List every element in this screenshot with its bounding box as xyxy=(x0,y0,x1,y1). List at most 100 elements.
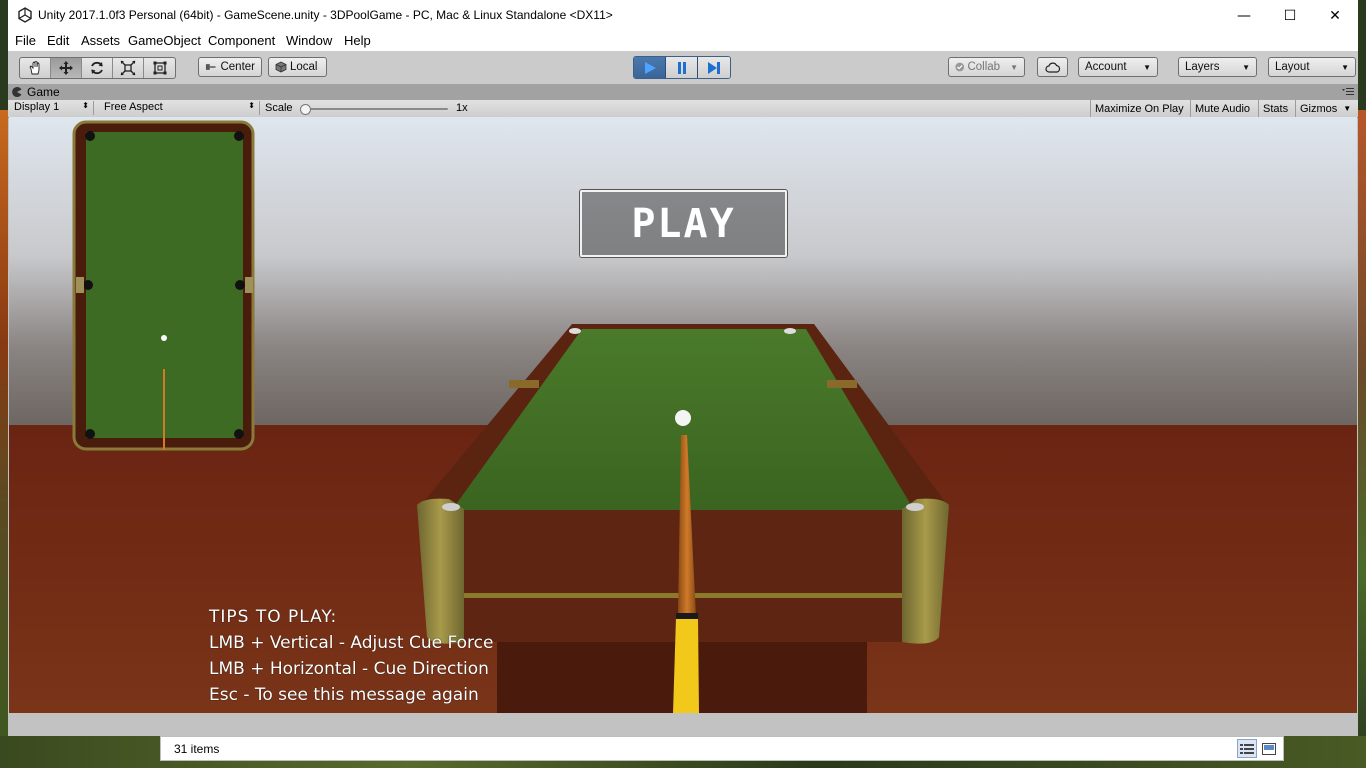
space-label: Local xyxy=(290,61,318,73)
cloud-button[interactable] xyxy=(1037,57,1068,77)
close-button[interactable]: ✕ xyxy=(1312,0,1358,31)
updown-arrows-icon: ⬍ xyxy=(82,101,89,110)
minimap-pocket xyxy=(234,131,244,141)
unity-editor-window: Unity 2017.1.0f3 Personal (64bit) - Game… xyxy=(8,0,1358,736)
menu-edit[interactable]: Edit xyxy=(47,33,69,48)
mute-audio-toggle[interactable]: Mute Audio xyxy=(1190,100,1254,117)
stats-label: Stats xyxy=(1263,102,1289,115)
minimap-pocket xyxy=(235,280,245,290)
minimap-pocket xyxy=(83,280,93,290)
rotate-tool-button[interactable] xyxy=(82,58,113,78)
play-game-label: PLAY xyxy=(631,200,736,247)
menu-file[interactable]: File xyxy=(15,33,36,48)
preview-view-button[interactable] xyxy=(1259,739,1279,758)
gizmos-label: Gizmos xyxy=(1300,102,1338,115)
collab-label: Collab xyxy=(967,61,1001,73)
list-view-button[interactable] xyxy=(1237,739,1257,758)
display-dropdown[interactable]: Display 1 ⬍ xyxy=(10,101,94,115)
menu-component[interactable]: Component xyxy=(208,33,275,48)
rect-tool-icon xyxy=(153,61,166,75)
main-toolbar: Center Local Collab ▼ Account ▼ Layers ▼… xyxy=(8,51,1358,85)
minimap-side-bracket xyxy=(76,277,84,293)
cue-stick-ring xyxy=(676,613,698,619)
minimize-icon: — xyxy=(1237,7,1251,24)
desktop-wallpaper-right xyxy=(1358,110,1366,768)
chevron-down-icon: ▼ xyxy=(1341,62,1349,72)
account-label: Account xyxy=(1085,61,1127,73)
pause-icon xyxy=(677,61,686,74)
chevron-down-icon: ▼ xyxy=(1242,62,1250,72)
pivot-label: Center xyxy=(220,61,255,73)
window-title: Unity 2017.1.0f3 Personal (64bit) - Game… xyxy=(38,8,613,22)
pivot-icon xyxy=(205,64,216,70)
minimap-side-bracket xyxy=(245,277,253,293)
pocket-near-right xyxy=(906,503,924,511)
project-footer-bar: 31 items xyxy=(160,736,1284,761)
scale-tool-button[interactable] xyxy=(113,58,144,78)
rect-tool-button[interactable] xyxy=(144,58,175,78)
item-count: 31 items xyxy=(174,742,220,756)
close-icon: ✕ xyxy=(1329,7,1341,24)
scale-icon xyxy=(120,60,136,76)
move-tool-button[interactable] xyxy=(51,58,82,78)
cue-ball xyxy=(675,410,691,426)
scale-value: 1x xyxy=(456,102,468,114)
play-game-button[interactable]: PLAY xyxy=(580,190,787,257)
play-button[interactable] xyxy=(634,57,666,78)
local-cube-icon xyxy=(275,61,287,73)
game-tab-bar: Game xyxy=(8,84,1358,100)
step-icon xyxy=(708,61,720,74)
game-view-toolbar: Display 1 ⬍ Free Aspect ⬍ Scale 1x Maxim… xyxy=(8,100,1358,118)
tip-line: LMB + Vertical - Adjust Cue Force xyxy=(209,633,494,653)
tab-game[interactable]: Game xyxy=(12,84,60,100)
pivot-space-button[interactable]: Local xyxy=(268,57,327,77)
list-view-icon xyxy=(1240,743,1254,754)
display-label: Display 1 xyxy=(14,101,60,113)
collab-dropdown[interactable]: Collab ▼ xyxy=(948,57,1025,77)
aspect-label: Free Aspect xyxy=(104,101,163,113)
minimize-button[interactable]: — xyxy=(1221,0,1267,31)
title-bar: Unity 2017.1.0f3 Personal (64bit) - Game… xyxy=(8,0,1358,32)
pocket-side-right xyxy=(827,380,857,388)
menu-help[interactable]: Help xyxy=(344,33,371,48)
tip-line: Esc - To see this message again xyxy=(209,685,479,705)
transform-tools xyxy=(19,57,176,79)
maximize-icon: ☐ xyxy=(1283,7,1297,24)
hand-icon xyxy=(29,60,40,75)
cue-stick-butt xyxy=(673,617,699,713)
menu-assets[interactable]: Assets xyxy=(81,33,120,48)
maximize-button[interactable]: ☐ xyxy=(1267,0,1313,31)
pause-button[interactable] xyxy=(666,57,698,78)
play-icon xyxy=(644,61,656,74)
unity-logo-icon xyxy=(18,7,32,23)
game-viewport[interactable]: PLAY TIPS TO PLAY: LMB + Vertical - Adju… xyxy=(9,117,1357,713)
menu-gameobject[interactable]: GameObject xyxy=(128,33,201,48)
scale-slider-thumb[interactable] xyxy=(300,104,311,115)
checkmark-icon xyxy=(955,62,965,72)
pocket-far-right xyxy=(784,328,796,334)
hand-tool-button[interactable] xyxy=(20,58,51,78)
tab-menu-icon[interactable] xyxy=(1342,88,1354,97)
account-dropdown[interactable]: Account ▼ xyxy=(1078,57,1158,77)
maximize-on-play-label: Maximize On Play xyxy=(1095,102,1184,115)
tips-heading: TIPS TO PLAY: xyxy=(209,607,338,627)
cloud-icon xyxy=(1044,62,1060,73)
minimap-pocket xyxy=(234,429,244,439)
updown-arrows-icon: ⬍ xyxy=(248,101,255,110)
scale-slider[interactable] xyxy=(300,104,448,115)
menu-window[interactable]: Window xyxy=(286,33,332,48)
layout-dropdown[interactable]: Layout ▼ xyxy=(1268,57,1356,77)
gizmos-dropdown[interactable]: Gizmos ▼ xyxy=(1295,100,1355,117)
stats-toggle[interactable]: Stats xyxy=(1258,100,1292,117)
game-pacman-icon xyxy=(12,87,22,97)
minimap-pocket xyxy=(85,429,95,439)
layout-label: Layout xyxy=(1275,61,1310,73)
pivot-center-button[interactable]: Center xyxy=(198,57,262,77)
mute-audio-label: Mute Audio xyxy=(1195,102,1251,115)
step-button[interactable] xyxy=(698,57,730,78)
aspect-dropdown[interactable]: Free Aspect ⬍ xyxy=(100,101,260,115)
maximize-on-play-toggle[interactable]: Maximize On Play xyxy=(1090,100,1188,117)
layers-label: Layers xyxy=(1185,61,1220,73)
menu-bar: File Edit Assets GameObject Component Wi… xyxy=(8,31,1358,51)
layers-dropdown[interactable]: Layers ▼ xyxy=(1178,57,1257,77)
